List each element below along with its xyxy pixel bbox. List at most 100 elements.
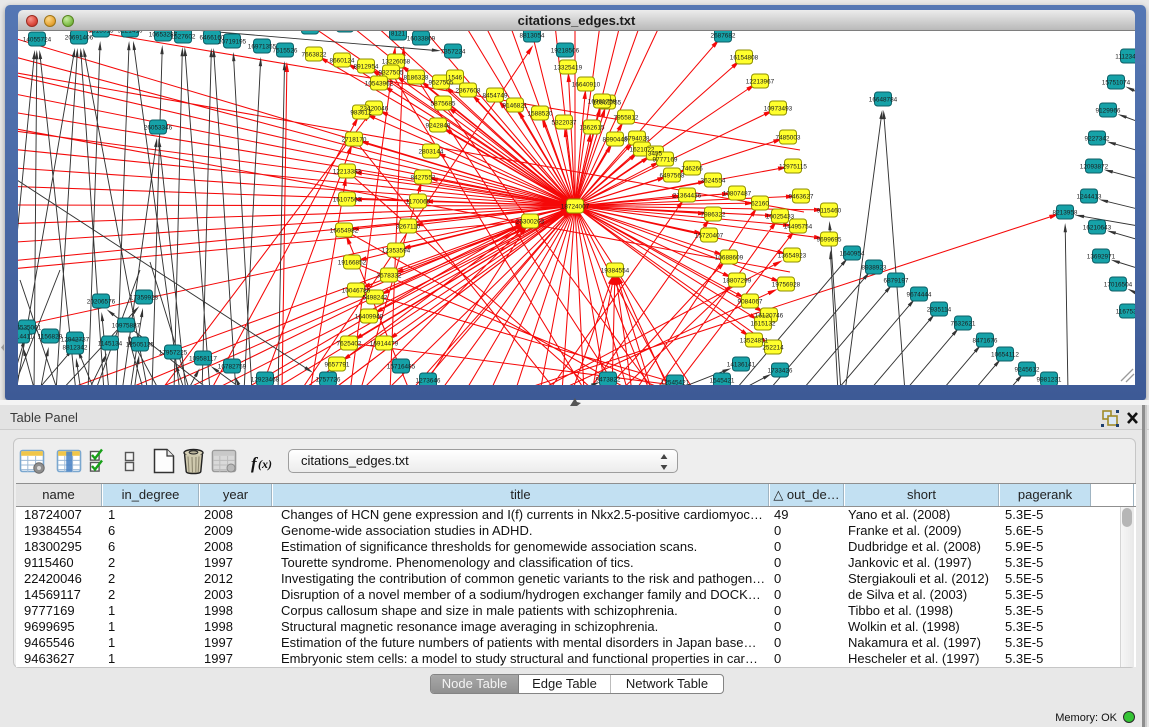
svg-text:1757726: 1757726 bbox=[316, 377, 341, 384]
svg-text:8427552: 8427552 bbox=[411, 175, 436, 182]
svg-text:7632621: 7632621 bbox=[951, 321, 976, 328]
svg-text:9657791: 9657791 bbox=[325, 362, 350, 369]
svg-text:16914479: 16914479 bbox=[370, 341, 399, 348]
svg-text:8186328: 8186328 bbox=[404, 75, 429, 82]
svg-text:15751074: 15751074 bbox=[1102, 80, 1131, 87]
svg-text:11123451: 11123451 bbox=[1115, 54, 1135, 61]
svg-text:13226058: 13226058 bbox=[382, 59, 411, 66]
svg-text:1615132: 1615132 bbox=[751, 321, 776, 328]
svg-text:9327505: 9327505 bbox=[379, 70, 404, 77]
svg-text:746266: 746266 bbox=[681, 166, 703, 173]
svg-text:9227342: 9227342 bbox=[1085, 136, 1110, 143]
svg-text:10973493: 10973493 bbox=[764, 106, 793, 113]
svg-text:9129966: 9129966 bbox=[1096, 108, 1121, 115]
svg-text:12975115: 12975115 bbox=[779, 164, 807, 171]
svg-text:12545421: 12545421 bbox=[661, 380, 690, 386]
svg-text:10046786: 10046786 bbox=[342, 288, 371, 295]
svg-text:7625402: 7625402 bbox=[337, 341, 362, 348]
svg-text:983612: 983612 bbox=[350, 110, 372, 117]
svg-text:21364436: 21364436 bbox=[673, 193, 702, 200]
svg-text:16409949: 16409949 bbox=[355, 314, 384, 321]
svg-text:2803144: 2803144 bbox=[419, 149, 444, 156]
svg-text:8471676: 8471676 bbox=[973, 338, 998, 345]
svg-text:16154808: 16154808 bbox=[730, 55, 759, 62]
svg-text:16648784: 16648784 bbox=[869, 97, 898, 104]
svg-text:8121: 8121 bbox=[391, 31, 406, 38]
svg-text:2935114: 2935114 bbox=[927, 307, 952, 314]
svg-text:7955812: 7955812 bbox=[614, 115, 639, 122]
svg-text:19384554: 19384554 bbox=[601, 268, 630, 275]
svg-text:9245612: 9245612 bbox=[1015, 367, 1040, 374]
svg-text:3624554: 3624554 bbox=[701, 178, 726, 185]
svg-text:5498242: 5498242 bbox=[363, 295, 388, 302]
svg-text:6794028: 6794028 bbox=[625, 136, 650, 143]
svg-text:8213958: 8213958 bbox=[1053, 210, 1078, 217]
svg-text:8938923: 8938923 bbox=[862, 265, 887, 272]
svg-text:3267110: 3267110 bbox=[396, 224, 421, 231]
svg-text:19756928: 19756928 bbox=[772, 282, 801, 289]
svg-text:(x): (x) bbox=[258, 457, 272, 471]
svg-text:14495754: 14495754 bbox=[784, 224, 813, 231]
svg-text:10654112: 10654112 bbox=[991, 352, 1019, 359]
svg-text:6497568: 6497568 bbox=[660, 173, 685, 180]
svg-text:7357224: 7357224 bbox=[441, 49, 466, 56]
svg-text:1588520: 1588520 bbox=[528, 111, 553, 118]
svg-text:1244413: 1244413 bbox=[1077, 194, 1102, 201]
svg-text:8912954: 8912954 bbox=[354, 64, 379, 71]
svg-text:10688609: 10688609 bbox=[715, 255, 744, 262]
svg-text:9674444: 9674444 bbox=[907, 292, 932, 299]
svg-text:19218506: 19218506 bbox=[551, 48, 580, 55]
svg-text:7513: 7513 bbox=[303, 31, 318, 32]
svg-text:12353594: 12353594 bbox=[382, 248, 411, 255]
svg-text:15716485: 15716485 bbox=[387, 364, 416, 371]
svg-text:16033809: 16033809 bbox=[407, 36, 436, 43]
svg-text:10543962: 10543962 bbox=[365, 81, 394, 88]
svg-text:9146821: 9146821 bbox=[503, 103, 528, 110]
svg-text:1546: 1546 bbox=[448, 75, 463, 82]
svg-text:1640954: 1640954 bbox=[840, 251, 865, 258]
svg-text:2718170: 2718170 bbox=[342, 137, 367, 144]
svg-text:1167534: 1167534 bbox=[1116, 309, 1135, 316]
svg-text:14136141: 14136141 bbox=[727, 362, 756, 369]
svg-text:15720407: 15720407 bbox=[695, 233, 724, 240]
svg-text:9473822: 9473822 bbox=[596, 377, 621, 384]
svg-text:13654923: 13654923 bbox=[778, 253, 807, 260]
svg-text:7663822: 7663822 bbox=[302, 52, 327, 59]
svg-text:1362615: 1362615 bbox=[580, 125, 605, 132]
svg-text:2367608: 2367608 bbox=[456, 88, 481, 95]
svg-text:5322037: 5322037 bbox=[552, 120, 577, 127]
svg-text:1545421: 1545421 bbox=[710, 378, 735, 385]
svg-text:16210643: 16210643 bbox=[1083, 225, 1112, 232]
svg-text:12093872: 12093872 bbox=[1080, 164, 1109, 171]
svg-text:12213383: 12213383 bbox=[333, 169, 362, 176]
svg-text:5875685: 5875685 bbox=[431, 101, 456, 108]
svg-text:1273646: 1273646 bbox=[416, 378, 441, 385]
svg-text:13325419: 13325419 bbox=[554, 65, 583, 72]
svg-text:16120746: 16120746 bbox=[755, 313, 784, 320]
svg-text:2687682: 2687682 bbox=[711, 33, 736, 40]
svg-text:18807299: 18807299 bbox=[723, 278, 752, 285]
svg-text:12213967: 12213967 bbox=[746, 79, 775, 86]
svg-text:16107563: 16107563 bbox=[333, 197, 362, 204]
svg-text:19166852: 19166852 bbox=[338, 260, 367, 267]
svg-text:16961758: 16961758 bbox=[588, 99, 617, 106]
svg-text:7485003: 7485003 bbox=[776, 135, 801, 142]
svg-text:8813054: 8813054 bbox=[520, 33, 545, 40]
svg-text:1733426: 1733426 bbox=[768, 368, 793, 375]
svg-text:13524851: 13524851 bbox=[740, 338, 769, 345]
svg-text:62160: 62160 bbox=[751, 201, 769, 208]
svg-text:1170065: 1170065 bbox=[406, 199, 431, 206]
svg-text:9699695: 9699695 bbox=[817, 237, 842, 244]
svg-text:7986322: 7986322 bbox=[701, 212, 726, 219]
svg-text:16640910: 16640910 bbox=[572, 82, 601, 89]
svg-text:8660124: 8660124 bbox=[330, 58, 355, 65]
svg-text:18724007: 18724007 bbox=[561, 204, 590, 211]
svg-text:9777169: 9777169 bbox=[653, 157, 678, 164]
svg-text:8454749: 8454749 bbox=[483, 93, 508, 100]
svg-text:9463627: 9463627 bbox=[789, 194, 814, 201]
svg-text:9115460: 9115460 bbox=[817, 208, 842, 215]
svg-text:10025433: 10025433 bbox=[766, 214, 795, 221]
svg-text:9981231: 9981231 bbox=[1037, 377, 1062, 384]
svg-text:10807487: 10807487 bbox=[723, 191, 752, 198]
svg-text:3578332: 3578332 bbox=[377, 273, 402, 280]
